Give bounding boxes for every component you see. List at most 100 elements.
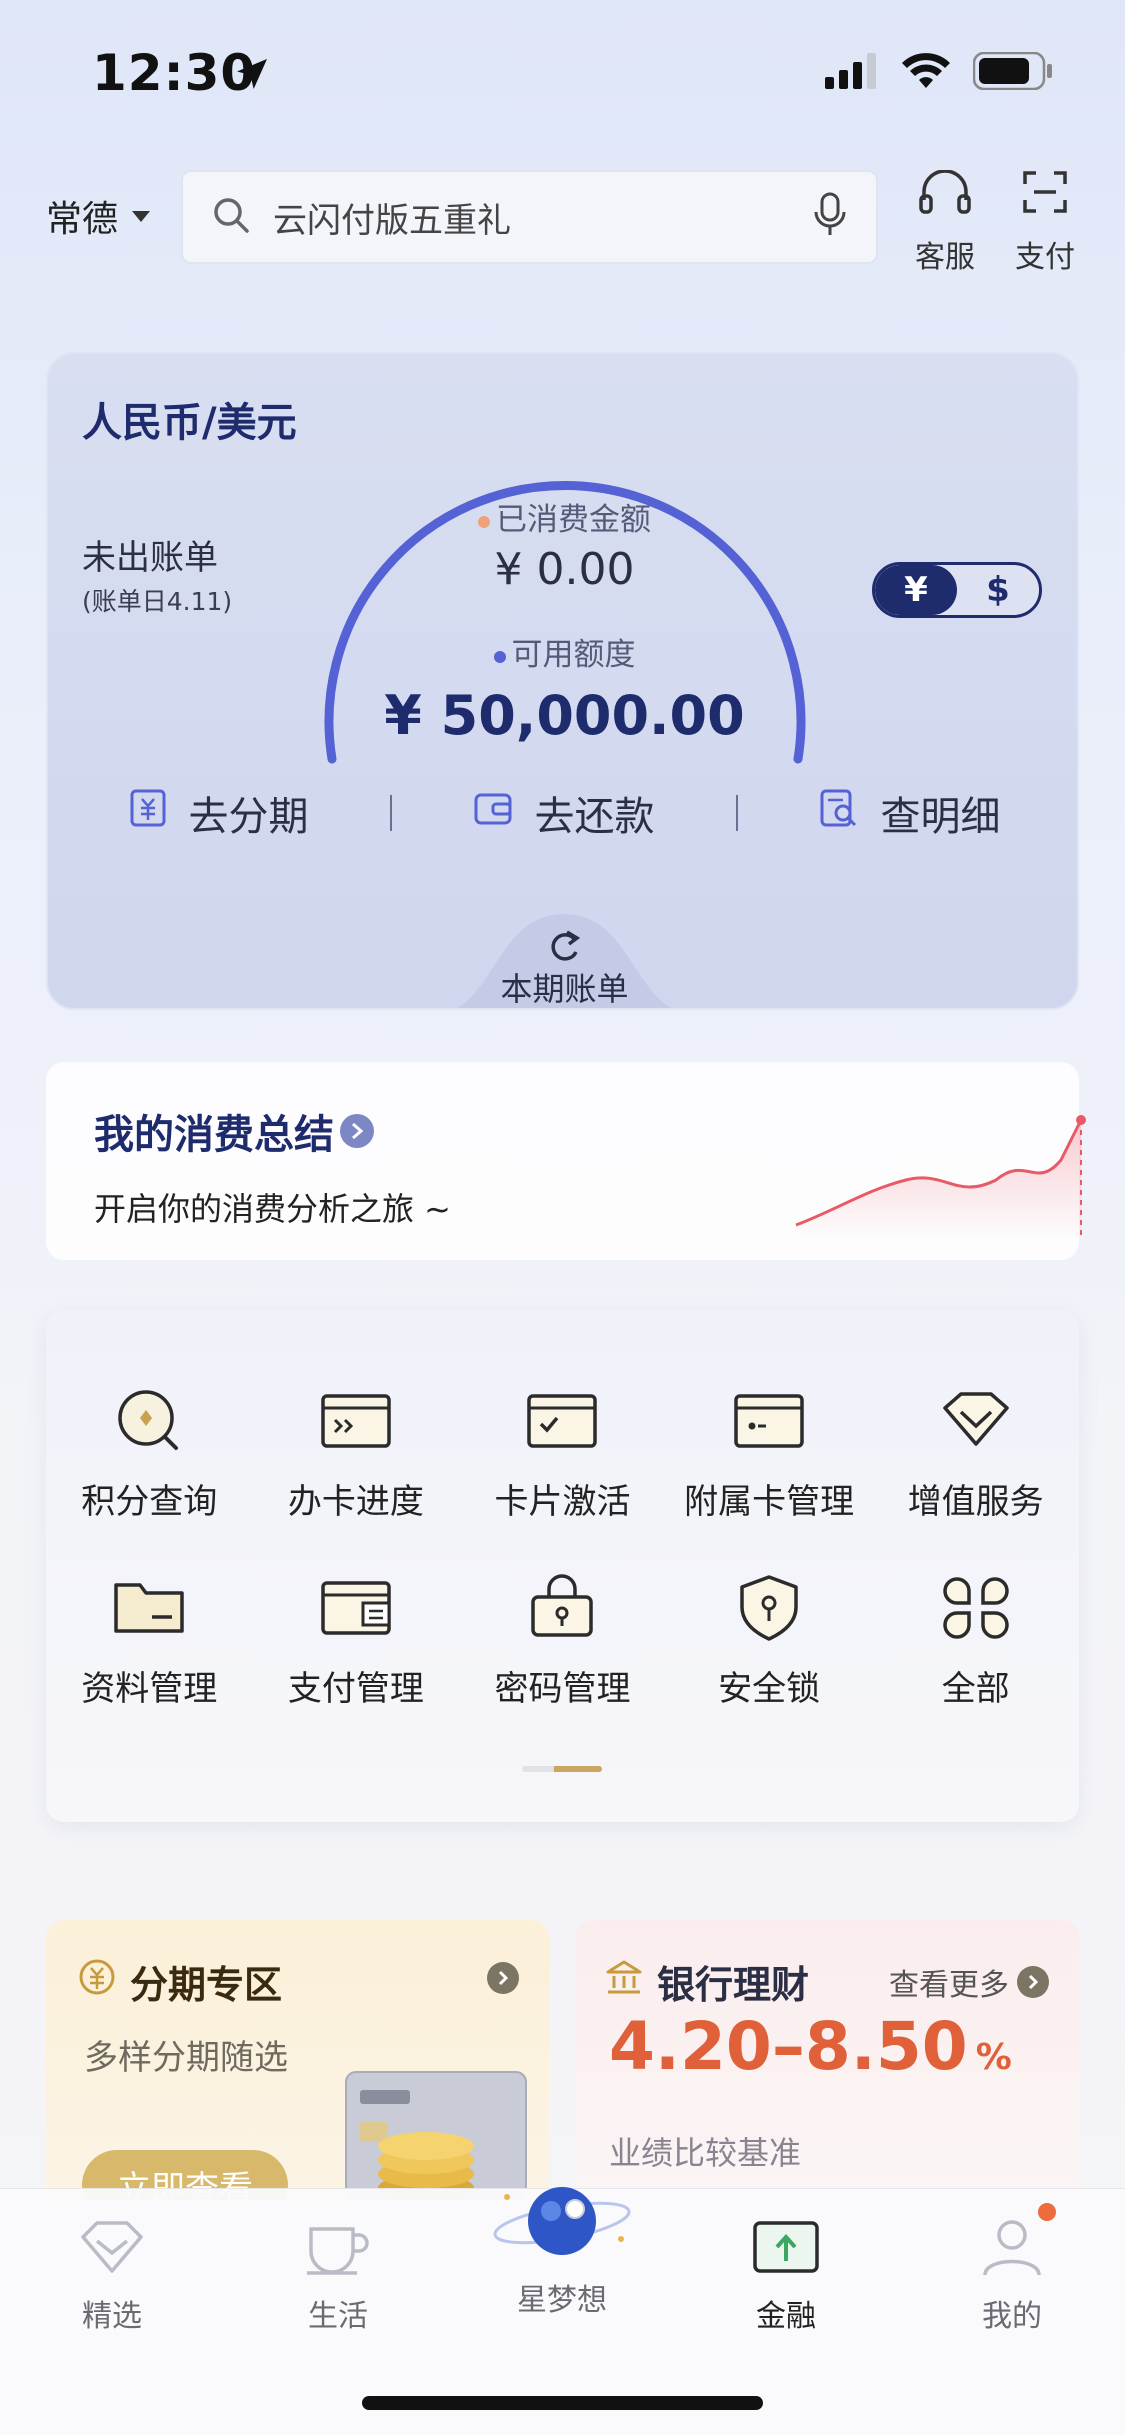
password-lock-icon [531,1574,594,1637]
profile-folder-icon [114,1583,185,1633]
coffee-cup-icon [307,2227,369,2275]
currency-usd-option[interactable]: $ [957,565,1039,615]
yuan-coin-icon [78,1958,116,2005]
spent-label-text: 已消费金额 [496,502,651,538]
installment-promo-title: 分期专区 [78,1954,282,2009]
tab-label: 金融 [756,2299,816,2334]
location-arrow-icon [232,54,272,98]
card-progress-icon [321,1394,391,1448]
service-password-management[interactable]: 密码管理 [459,1573,666,1710]
diamond-icon [81,2221,143,2273]
customer-service-button[interactable]: 客服 [900,169,990,276]
pay-button[interactable]: 支付 [1000,170,1090,276]
details-label: 查明细 [880,794,1001,840]
wealth-promo-card[interactable]: 银行理财 查看更多 4.20–8.50% 业绩比较基准 [575,1920,1079,2200]
bill-search-icon [819,788,859,838]
yuan-doc-icon [129,788,167,838]
service-label: 增值服务 [907,1482,1044,1522]
summary-title[interactable]: 我的消费总结 [94,1102,374,1160]
chevron-right-icon [340,1114,374,1148]
repay-button[interactable]: 去还款 [473,784,655,842]
tab-finance[interactable]: 金融 [706,2217,866,2335]
service-payment-management[interactable]: 支付管理 [253,1573,460,1710]
service-card-progress[interactable]: 办卡进度 [253,1386,460,1523]
service-label: 安全锁 [718,1669,821,1709]
bank-icon [605,1958,643,2005]
service-label: 办卡进度 [287,1482,424,1522]
yield-rate-note: 业绩比较基准 [609,2134,802,2172]
divider [389,795,392,831]
cellular-signal-icon [825,53,879,93]
tab-star-dream[interactable]: 星梦想 [482,2187,642,2319]
installment-title-text: 分期专区 [130,1963,283,2007]
installment-subtitle: 多样分期随选 [84,2038,288,2078]
payment-wallet-icon [321,1581,391,1635]
service-label: 密码管理 [494,1669,631,1709]
installment-label: 去分期 [188,794,309,840]
spent-dot-icon [478,515,490,528]
available-label-text: 可用额度 [511,637,636,673]
installment-promo-card[interactable]: 分期专区 多样分期随选 立即查看 [46,1920,549,2200]
wealth-title-text: 银行理财 [657,1963,810,2007]
installment-button[interactable]: 去分期 [129,784,309,842]
currency-toggle[interactable]: ¥ $ [872,562,1042,618]
status-indicators [825,51,1053,94]
credit-card-coins-illustration [345,2071,527,2200]
period-bill-label[interactable]: 本期账单 [48,964,1077,1008]
available-dot-icon [493,650,506,663]
service-label: 卡片激活 [494,1482,631,1522]
home-indicator [362,2396,763,2410]
value-added-icon [942,1392,1009,1446]
customer-service-label: 客服 [915,240,975,275]
tab-mine[interactable]: 我的 [932,2217,1092,2335]
service-security-lock[interactable]: 安全锁 [666,1573,873,1710]
service-value-added[interactable]: 增值服务 [872,1386,1079,1523]
chevron-right-icon [1017,1966,1049,1998]
tab-featured[interactable]: 精选 [32,2217,192,2335]
notification-dot [1038,2203,1056,2221]
service-grid: 积分查询 办卡进度 卡片激活 附属卡管理 增值服务 资料管理 支付管理 密码管理… [46,1310,1079,1710]
search-bar[interactable]: 云闪付版五重礼 [181,170,878,264]
summary-title-text: 我的消费总结 [94,1112,334,1158]
wealth-promo-title: 银行理财 [605,1954,809,2009]
tab-label: 我的 [982,2299,1042,2334]
tab-label: 星梦想 [517,2283,607,2318]
service-label: 资料管理 [81,1669,218,1709]
points-search-icon [118,1390,179,1450]
card-actions: 去分期 去还款 查明细 [48,784,1077,842]
consumption-summary-card[interactable]: 我的消费总结 开启你的消费分析之旅 ~ [46,1062,1086,1260]
page-indicator [522,1766,602,1772]
view-more-link[interactable]: 查看更多 [889,1960,1049,2004]
service-points-query[interactable]: 积分查询 [46,1386,253,1523]
user-profile-icon [983,2220,1041,2276]
finance-screen-icon [753,2221,819,2273]
details-button[interactable]: 查明细 [819,784,1001,842]
tab-life[interactable]: 生活 [258,2217,418,2335]
service-all[interactable]: 全部 [872,1573,1079,1710]
caret-down-icon [132,210,151,222]
service-grid-card: 积分查询 办卡进度 卡片激活 附属卡管理 增值服务 资料管理 支付管理 密码管理… [46,1310,1079,1822]
service-profile-management[interactable]: 资料管理 [46,1573,253,1710]
pay-label: 支付 [1015,240,1075,275]
service-supplementary-card[interactable]: 附属卡管理 [666,1386,873,1523]
city-selector[interactable]: 常德 [46,190,151,242]
refresh-icon[interactable] [545,928,585,968]
available-credit-value: ¥ 50,000.00 [384,684,745,747]
service-card-activation[interactable]: 卡片激活 [459,1386,666,1523]
view-more-text: 查看更多 [889,1968,1009,2003]
currency-cny-option[interactable]: ¥ [875,565,957,615]
supplementary-card-icon [734,1394,804,1448]
summary-subtitle: 开启你的消费分析之旅 ~ [94,1190,451,1228]
search-placeholder: 云闪付版五重礼 [273,200,511,241]
security-shield-icon [740,1575,798,1641]
planet-astronaut-icon [493,2187,631,2255]
spending-trend-sparkline [795,1115,1086,1240]
card-currency-title: 人民币/美元 [82,400,297,446]
yield-rate-unit: % [975,2037,1012,2078]
chevron-right-icon[interactable] [487,1962,519,1994]
microphone-icon[interactable] [812,192,848,242]
wallet-icon [473,789,513,837]
search-icon [211,195,251,239]
yield-rate-value: 4.20–8.50 [609,2008,968,2085]
service-label: 积分查询 [81,1482,218,1522]
